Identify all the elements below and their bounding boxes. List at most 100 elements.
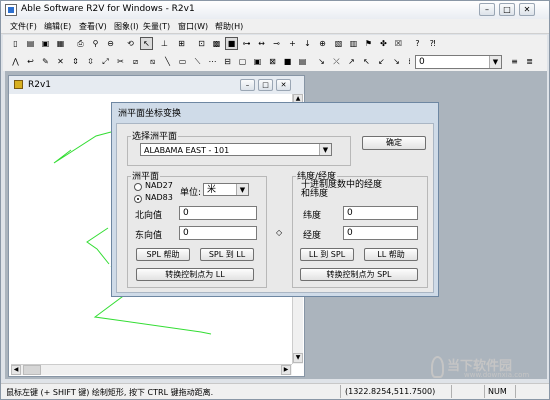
flag-icon[interactable]: ⚑ [362,37,375,50]
menu-help[interactable]: 帮助(H) [215,21,243,32]
north-input[interactable]: 0 [179,206,257,220]
x-tool-icon[interactable]: ⤫ [330,55,343,68]
rotate-icon[interactable]: ⟲ [124,37,137,50]
vertical-split-icon[interactable]: ⇳ [84,55,97,68]
lasso-icon[interactable]: ↩ [24,55,37,68]
open-icon[interactable]: ▤ [24,37,37,50]
new-icon[interactable]: ▯ [9,37,22,50]
color-icon[interactable]: ✤ [377,37,390,50]
node-icon[interactable]: ▩ [210,37,223,50]
box-icon[interactable]: ⊠ [266,55,279,68]
plus-icon[interactable]: + [286,37,299,50]
cut-icon[interactable]: ✂ [114,55,127,68]
node-line-icon[interactable]: ⋯ [206,55,219,68]
menu-edit[interactable]: 编辑(E) [44,21,71,32]
chevron-down-icon[interactable]: ▼ [236,184,248,195]
menu-file[interactable]: 文件(F) [10,21,37,32]
zoom-icon[interactable]: ⚲ [89,37,102,50]
nad83-radio[interactable] [134,195,142,203]
maximize-button[interactable]: □ [499,3,515,16]
cross-arrow-icon[interactable]: ✕ [54,55,67,68]
east-input[interactable]: 0 [179,226,257,240]
print-icon[interactable]: ⎙ [74,37,87,50]
measure-icon[interactable]: ⊥ [158,37,171,50]
slash-icon[interactable]: ⧅ [146,55,159,68]
ll-to-spl-button[interactable]: LL 到 SPL [300,248,354,261]
chevron-down-icon[interactable]: ▼ [319,144,331,155]
convert-to-spl-button[interactable]: 转换控制点为 SPL [300,268,418,281]
arrow-nw-icon[interactable]: ↖ [360,55,373,68]
split-icon[interactable]: ⊸ [270,37,283,50]
save-all-icon[interactable]: ▦ [54,37,67,50]
delete-line-icon[interactable]: ⧄ [129,55,142,68]
polyline-icon[interactable]: ⋀ [9,55,22,68]
node-edit-icon[interactable]: ■ [225,37,238,50]
menu-image[interactable]: 图象(I) [114,21,139,32]
scroll-right-icon[interactable]: ▶ [281,365,291,375]
scroll-left-icon[interactable]: ◀ [11,365,21,375]
join-icon[interactable]: ↔ [255,37,268,50]
menu-vector[interactable]: 矢量(T) [143,21,170,32]
square-node-icon[interactable]: ▢ [236,55,249,68]
convert-to-ll-button[interactable]: 转换控制点为 LL [136,268,254,281]
green-fill-icon[interactable]: ■ [281,55,294,68]
line-icon[interactable]: ╲ [161,55,174,68]
document-icon [14,80,23,89]
layers-icon[interactable]: ▥ [347,37,360,50]
ok-button[interactable]: 确定 [362,136,426,150]
lines-icon[interactable]: ≡ [508,55,521,68]
save-icon[interactable]: ▣ [39,37,52,50]
lat-input[interactable]: 0 [343,206,418,220]
target-icon[interactable]: ⊕ [316,37,329,50]
pointer-icon[interactable]: ↖ [140,37,153,50]
vector-polyline[interactable] [86,227,110,265]
chart-icon[interactable]: ▤ [296,55,309,68]
highlight-icon[interactable]: ☒ [392,37,405,50]
menu-view[interactable]: 查看(V) [79,21,107,32]
spl-help-button[interactable]: SPL 帮助 [136,248,190,261]
lines-alt-icon[interactable]: ≣ [523,55,536,68]
scroll-thumb[interactable] [23,365,41,375]
state-plane-select[interactable]: ALABAMA EAST - 101 ▼ [140,143,332,156]
frame-icon[interactable]: ▣ [251,55,264,68]
doc-maximize-button[interactable]: □ [258,79,273,91]
menu-window[interactable]: 窗口(W) [178,21,208,32]
vector-polyline[interactable] [53,131,112,164]
ruler-icon[interactable]: ⊟ [221,55,234,68]
zoom-out-icon[interactable]: ⊖ [104,37,117,50]
arrow-down-icon[interactable]: ↓ [301,37,314,50]
horizontal-scrollbar[interactable]: ◀ ▶ [11,364,292,375]
vertical-move-icon[interactable]: ⇕ [69,55,82,68]
arrow-tool-icon[interactable]: ↘ [315,55,328,68]
pattern-icon[interactable]: ▧ [332,37,345,50]
close-button[interactable]: ✕ [519,3,535,16]
lon-input[interactable]: 0 [343,226,418,240]
doc-minimize-button[interactable]: – [240,79,255,91]
diagonal-icon[interactable]: ⤢ [99,55,112,68]
grid-icon[interactable]: ⊞ [175,37,188,50]
rect-icon[interactable]: ▭ [176,55,189,68]
select-area-icon[interactable]: ⊡ [195,37,208,50]
ll-help-button[interactable]: LL 帮助 [364,248,418,261]
spl-to-ll-button[interactable]: SPL 到 LL [200,248,254,261]
nad83-label: NAD83 [145,193,173,202]
chevron-down-icon[interactable]: ▼ [489,56,501,68]
arrow-sw-icon[interactable]: ↙ [375,55,388,68]
doc-close-button[interactable]: ✕ [276,79,291,91]
layer-combo[interactable]: 0 ▼ [415,55,502,69]
arrow-se-icon[interactable]: ↘ [390,55,403,68]
backslash-icon[interactable]: ⟍ [191,55,204,68]
minimize-button[interactable]: – [479,3,495,16]
link-icon[interactable]: ⊶ [240,37,253,50]
scroll-down-icon[interactable]: ▼ [293,353,303,363]
layer-combo-value: 0 [419,57,425,67]
pencil-icon[interactable]: ✎ [39,55,52,68]
nad27-radio[interactable] [134,183,142,191]
arrow-ne-icon[interactable]: ↗ [345,55,358,68]
main-toolbar: ▯ ▤ ▣ ▦ ⎙ ⚲ ⊖ ⟲ ↖ ⊥ ⊞ ⊡ ▩ ■ ⊶ ↔ ⊸ + ↓ ⊕ … [3,35,547,53]
unit-select[interactable]: 米 ▼ [203,183,249,196]
question-icon[interactable]: ? [411,37,424,50]
app-window: Able Software R2V for Windows - R2v1 – □… [0,0,550,400]
status-hint: 鼠标左键 (+ SHIFT 键) 绘制矩形, 按下 CTRL 键拖动距离. [6,388,214,397]
context-help-icon[interactable]: ⁈ [426,37,439,50]
